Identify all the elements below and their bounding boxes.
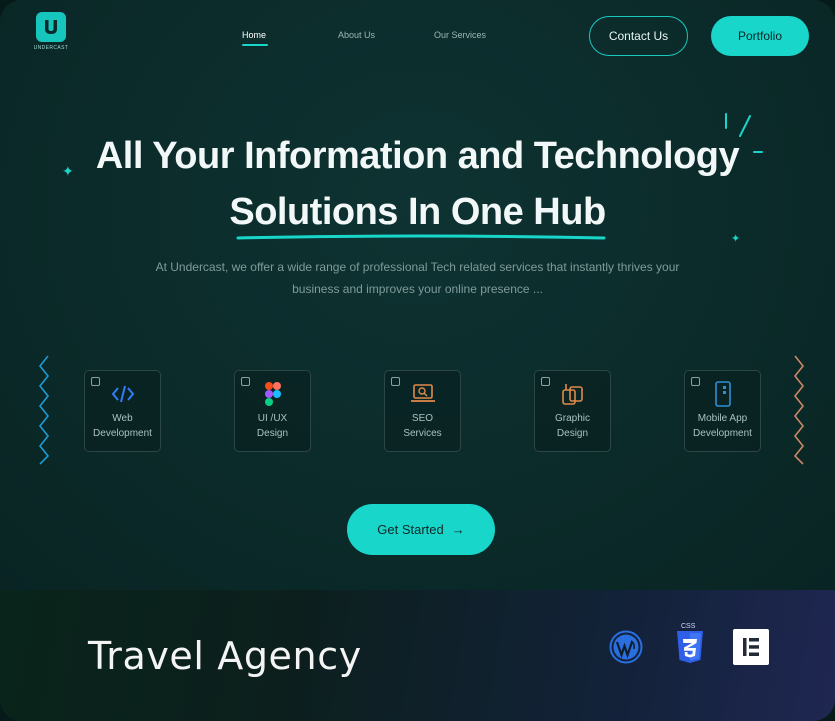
service-label: UI /UX Design <box>256 413 289 439</box>
nav-link-home[interactable]: Home <box>242 30 268 46</box>
service-label: SEO Services <box>403 413 442 439</box>
mobile-app-icon <box>710 381 736 407</box>
service-checkbox[interactable] <box>541 377 550 386</box>
active-nav-indicator <box>242 44 268 46</box>
nav-link-services[interactable]: Our Services <box>434 30 486 40</box>
service-card-web-development[interactable]: Web Development <box>84 370 161 452</box>
nav-link-label: Our Services <box>434 30 487 40</box>
service-checkbox[interactable] <box>91 377 100 386</box>
hero-headline: All Your Information and Technology Solu… <box>0 128 835 240</box>
arrow-right-icon: → <box>451 522 465 537</box>
service-checkbox[interactable] <box>241 377 250 386</box>
hero-subtext: At Undercast, we offer a wide range of p… <box>155 260 680 296</box>
service-label: Graphic Design <box>554 413 590 439</box>
nav-link-about[interactable]: About Us <box>338 30 375 40</box>
service-checkbox[interactable] <box>391 377 400 386</box>
zigzag-right-decoration <box>793 355 805 465</box>
project-footer: Travel Agency CSS <box>0 590 835 721</box>
service-checkbox[interactable] <box>691 377 700 386</box>
top-navigation: Home About Us Our Services <box>0 30 835 50</box>
portfolio-button[interactable]: Portfolio <box>711 16 809 56</box>
nav-link-label: Home <box>242 30 267 40</box>
headline-line-1: All Your Information and Technology <box>95 135 740 177</box>
graphic-design-icon <box>560 381 586 407</box>
wordpress-icon <box>608 628 644 666</box>
service-card-graphic-design[interactable]: Graphic Design <box>534 370 611 452</box>
figma-icon <box>260 381 286 407</box>
get-started-button[interactable]: Get Started → <box>347 504 495 555</box>
headline-underline <box>236 234 606 240</box>
service-label: Web Development <box>93 413 152 439</box>
css-badge-text: CSS <box>681 623 696 630</box>
project-title: Travel Agency <box>88 634 362 678</box>
service-card-seo-services[interactable]: SEO Services <box>384 370 461 452</box>
headline-line-2: Solutions In One Hub <box>229 191 606 233</box>
code-icon <box>110 381 136 407</box>
contact-us-button[interactable]: Contact Us <box>589 16 688 56</box>
service-card-ui-ux-design[interactable]: UI /UX Design <box>234 370 311 452</box>
elementor-icon <box>733 628 769 666</box>
service-label: Mobile App Development <box>693 413 752 439</box>
zigzag-left-decoration <box>38 355 50 465</box>
nav-link-label: About Us <box>338 30 376 40</box>
css3-icon: CSS <box>672 623 708 666</box>
service-card-mobile-app-development[interactable]: Mobile App Development <box>684 370 761 452</box>
portfolio-card: UNDERCAST Home About Us Our Services Con… <box>0 0 835 721</box>
get-started-label: Get Started <box>377 522 444 537</box>
seo-laptop-icon <box>410 381 436 407</box>
website-hero-preview: UNDERCAST Home About Us Our Services Con… <box>0 0 835 590</box>
